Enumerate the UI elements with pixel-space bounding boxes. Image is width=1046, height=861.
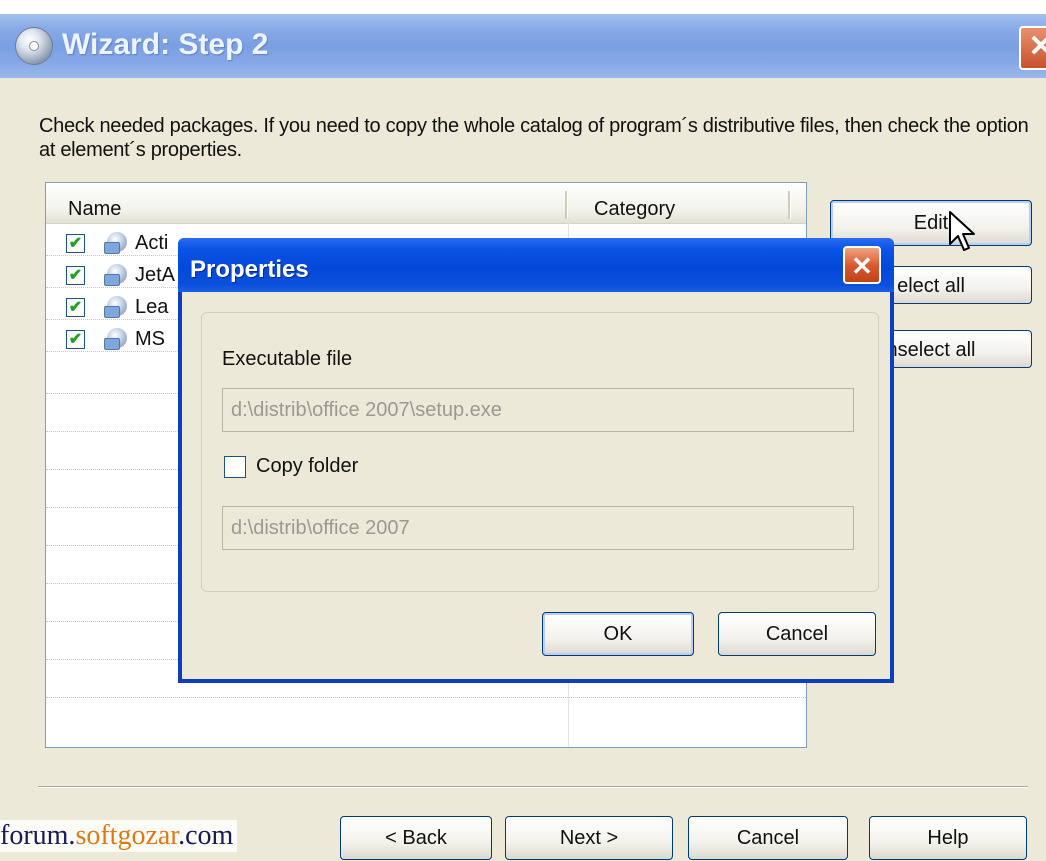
row-checkbox[interactable]: ✔ bbox=[66, 330, 85, 349]
row-checkbox[interactable]: ✔ bbox=[66, 266, 85, 285]
executable-file-input[interactable] bbox=[222, 388, 854, 432]
package-icon bbox=[104, 232, 127, 254]
wizard-disc-icon bbox=[16, 28, 52, 64]
wizard-titlebar[interactable]: Wizard: Step 2 ✕ bbox=[0, 14, 1046, 78]
properties-titlebar[interactable]: Properties ✕ bbox=[178, 238, 894, 292]
wizard-title: Wizard: Step 2 bbox=[62, 28, 269, 61]
instructions-text: Check needed packages. If you need to co… bbox=[39, 115, 1029, 161]
help-button[interactable]: Help bbox=[869, 816, 1027, 860]
row-checkbox[interactable]: ✔ bbox=[66, 298, 85, 317]
watermark-brand: softgozar bbox=[75, 820, 179, 851]
package-icon bbox=[104, 328, 127, 350]
column-header-category[interactable]: Category bbox=[594, 198, 675, 221]
properties-body: Executable file Copy folder OK Cancel bbox=[182, 292, 890, 679]
wizard-close-button[interactable]: ✕ bbox=[1019, 26, 1046, 70]
watermark-suffix: .com bbox=[178, 820, 234, 851]
package-icon bbox=[104, 296, 127, 318]
back-button[interactable]: < Back bbox=[340, 816, 492, 860]
row-gridline bbox=[46, 697, 806, 698]
properties-title: Properties bbox=[190, 256, 309, 283]
row-name: Lea bbox=[135, 296, 169, 318]
row-checkbox[interactable]: ✔ bbox=[66, 234, 85, 253]
row-name: JetA bbox=[135, 264, 176, 286]
column-divider[interactable] bbox=[565, 191, 568, 219]
list-header: Name Category bbox=[46, 183, 806, 224]
executable-file-label: Executable file bbox=[222, 348, 353, 370]
next-button[interactable]: Next > bbox=[505, 816, 673, 860]
properties-cancel-button[interactable]: Cancel bbox=[718, 612, 876, 656]
ok-button[interactable]: OK bbox=[542, 612, 694, 656]
row-name: MS bbox=[135, 328, 165, 350]
mouse-cursor-icon bbox=[949, 211, 975, 251]
row-name: Acti bbox=[135, 232, 169, 254]
cancel-button[interactable]: Cancel bbox=[688, 816, 848, 860]
copy-folder-label[interactable]: Copy folder bbox=[256, 455, 358, 478]
properties-dialog: Properties ✕ Executable file Copy folder… bbox=[178, 238, 894, 683]
watermark: forum.softgozar.com bbox=[0, 820, 238, 852]
wizard-window: Wizard: Step 2 ✕ Check needed packages. … bbox=[0, 14, 1046, 861]
properties-close-button[interactable]: ✕ bbox=[843, 246, 881, 284]
column-divider[interactable] bbox=[788, 191, 791, 219]
package-icon bbox=[104, 264, 127, 286]
folder-path-input[interactable] bbox=[222, 506, 854, 550]
copy-folder-checkbox[interactable] bbox=[224, 456, 246, 478]
button-separator bbox=[38, 786, 1028, 788]
watermark-text: forum. bbox=[0, 820, 76, 851]
column-header-name[interactable]: Name bbox=[68, 198, 121, 221]
